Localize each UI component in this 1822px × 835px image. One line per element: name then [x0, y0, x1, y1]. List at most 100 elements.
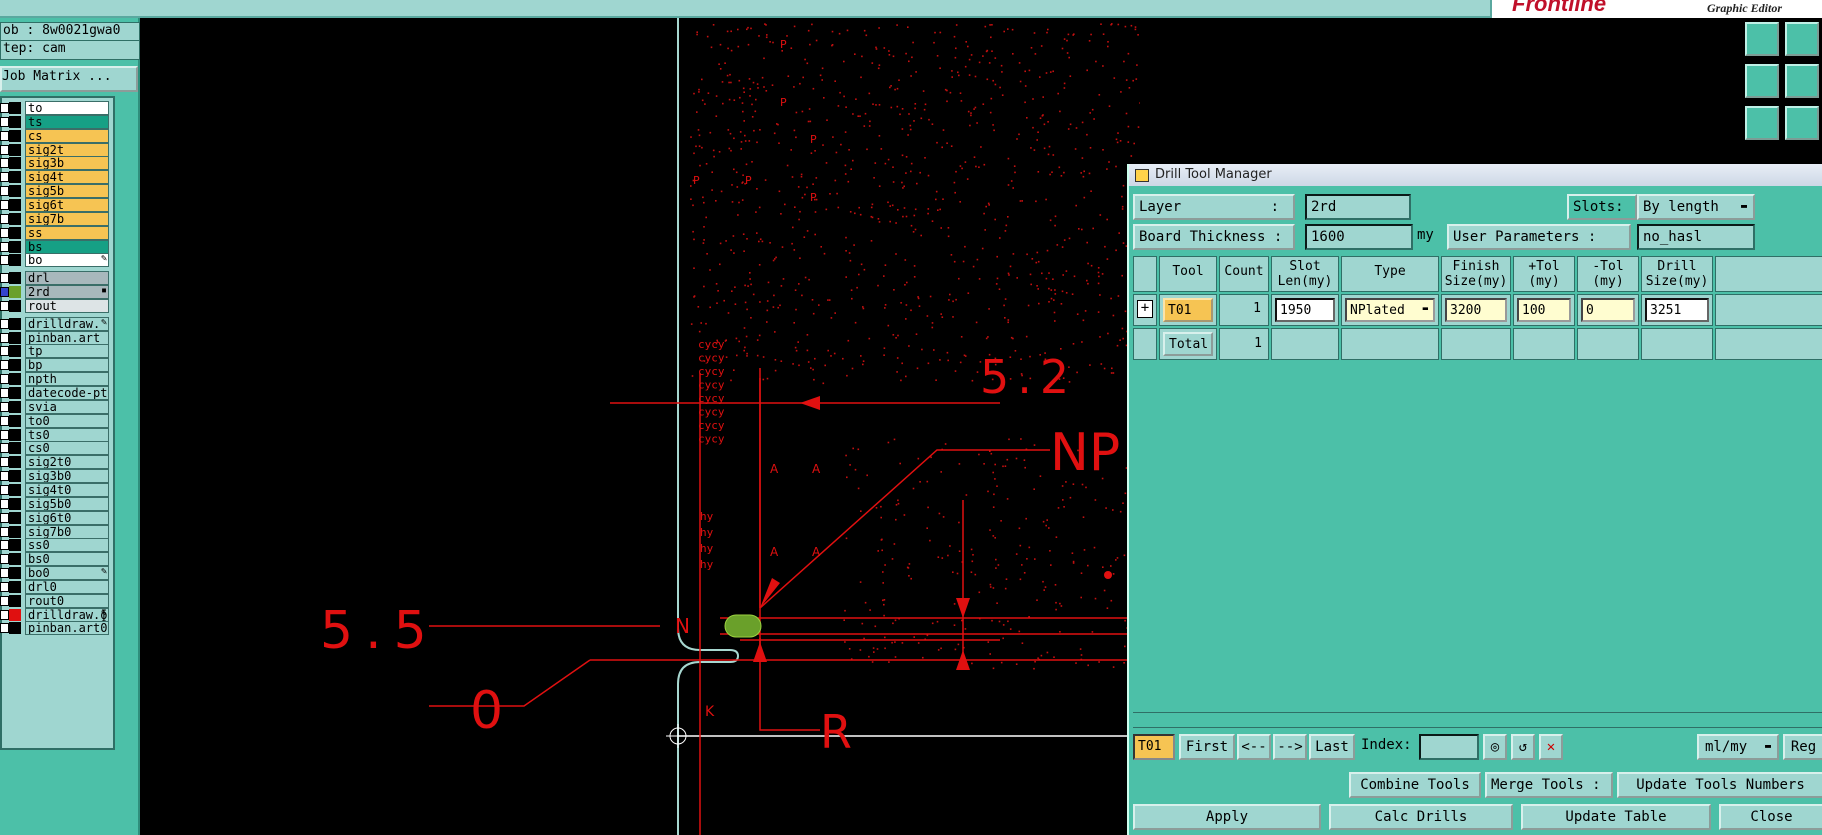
- current-tool-field[interactable]: T01: [1133, 734, 1175, 760]
- layer-row-bo[interactable]: bo ✎: [0, 252, 109, 268]
- layer-name[interactable]: pinban.art0: [25, 621, 109, 636]
- expand-row-button[interactable]: +: [1133, 294, 1157, 326]
- prev-button[interactable]: <--: [1237, 734, 1271, 760]
- apply-button[interactable]: Apply: [1133, 804, 1321, 830]
- layer-checkbox[interactable]: [0, 415, 9, 426]
- layer-checkbox[interactable]: [0, 116, 9, 127]
- first-button[interactable]: First: [1179, 734, 1235, 760]
- via-dot: [1120, 91, 1122, 93]
- job-matrix-button[interactable]: Job Matrix ...: [0, 66, 138, 92]
- layer-checkbox[interactable]: [0, 318, 9, 329]
- layer-field[interactable]: 2rd: [1305, 194, 1411, 220]
- slots-dropdown[interactable]: By length ▬: [1637, 194, 1755, 220]
- layer-checkbox[interactable]: [0, 498, 9, 509]
- cell-value-tol-plus[interactable]: 100: [1517, 298, 1571, 322]
- layer-checkbox[interactable]: [0, 595, 9, 606]
- via-dot: [756, 339, 759, 341]
- layer-checkbox[interactable]: [0, 623, 9, 634]
- units-dropdown[interactable]: ml/my ▬: [1697, 734, 1779, 760]
- layer-checkbox[interactable]: [0, 540, 9, 551]
- layer-checkbox[interactable]: [0, 374, 9, 385]
- board-thickness-field[interactable]: 1600: [1305, 224, 1413, 250]
- layer-checkbox[interactable]: [0, 609, 9, 620]
- layer-checkbox[interactable]: [0, 103, 9, 113]
- layer-checkbox[interactable]: [0, 581, 9, 592]
- layer-checkbox[interactable]: [0, 158, 9, 169]
- layer-checkbox[interactable]: [0, 512, 9, 523]
- layer-checkbox[interactable]: [0, 241, 9, 252]
- layer-checkbox[interactable]: [0, 471, 9, 482]
- layer-row-pinbanart0[interactable]: pinban.art0: [0, 620, 109, 636]
- via-dot: [815, 177, 818, 179]
- layer-checkbox[interactable]: [0, 443, 9, 454]
- zoom-back-icon[interactable]: [1745, 64, 1779, 98]
- layer-checkbox[interactable]: [0, 568, 9, 579]
- cell-value-finish[interactable]: 3200: [1445, 298, 1507, 322]
- via-dot: [913, 276, 916, 278]
- combine-tools-button[interactable]: Combine Tools: [1349, 772, 1481, 798]
- cell-value-slot-len[interactable]: 1950: [1275, 298, 1335, 322]
- via-dot: [1072, 343, 1075, 345]
- layer-checkbox[interactable]: [0, 172, 9, 183]
- layer-checkbox[interactable]: [0, 255, 9, 266]
- update-table-button[interactable]: Update Table: [1521, 804, 1711, 830]
- fit-screen-icon[interactable]: [1745, 106, 1779, 140]
- layer-checkbox[interactable]: [0, 144, 9, 155]
- last-button[interactable]: Last: [1309, 734, 1355, 760]
- layer-checkbox[interactable]: [0, 388, 9, 398]
- layer-row-rout[interactable]: rout: [0, 298, 109, 314]
- layer-checkbox[interactable]: [0, 429, 9, 440]
- via-dot: [916, 182, 918, 185]
- index-field[interactable]: [1419, 734, 1479, 760]
- layer-checkbox[interactable]: [0, 484, 9, 495]
- layer-checkbox[interactable]: [0, 526, 9, 537]
- layer-checkbox[interactable]: [0, 213, 9, 224]
- zoom-forward-icon[interactable]: [1785, 64, 1819, 98]
- via-dot: [752, 81, 755, 84]
- via-dot: [705, 216, 707, 219]
- layer-checkbox[interactable]: [0, 273, 9, 284]
- layer-checkbox[interactable]: [0, 199, 9, 210]
- update-tools-numbers-button[interactable]: Update Tools Numbers: [1617, 772, 1822, 798]
- pan-icon[interactable]: [1785, 106, 1819, 140]
- dialog-titlebar[interactable]: Drill Tool Manager: [1129, 164, 1822, 186]
- layer-name[interactable]: bo: [25, 253, 109, 268]
- pcb-canvas[interactable]: 5.2 NP 5.5 0 N R K A A A A P P P P P P c…: [140, 18, 1140, 835]
- via-dot: [975, 321, 978, 324]
- close-button[interactable]: Close: [1719, 804, 1822, 830]
- via-dot: [1059, 110, 1061, 113]
- via-dot: [692, 204, 694, 207]
- layer-checkbox[interactable]: [0, 287, 9, 298]
- layer-checkbox[interactable]: [0, 457, 9, 468]
- layer-checkbox[interactable]: [0, 300, 9, 311]
- via-dot: [959, 165, 962, 167]
- delete-icon[interactable]: ✕: [1539, 734, 1563, 760]
- reg-button[interactable]: Reg: [1783, 734, 1822, 760]
- via-dot: [856, 286, 858, 289]
- zoom-save-icon[interactable]: [1785, 22, 1819, 56]
- cell-value-tool[interactable]: T01: [1163, 298, 1213, 322]
- cell-value-tol-minus[interactable]: 0: [1581, 298, 1635, 322]
- selected-slot-pad[interactable]: [724, 614, 762, 638]
- layer-name[interactable]: rout: [25, 298, 109, 313]
- layer-checkbox[interactable]: [0, 332, 9, 343]
- cell-value-drill[interactable]: 3251: [1645, 298, 1709, 322]
- table-horizontal-scrollbar[interactable]: [1133, 712, 1822, 728]
- cell-value-type[interactable]: NPlated: [1345, 298, 1435, 322]
- layer-checkbox[interactable]: [0, 554, 9, 565]
- refresh-icon[interactable]: ↺: [1511, 734, 1535, 760]
- layer-checkbox[interactable]: [0, 227, 9, 238]
- calc-drills-button[interactable]: Calc Drills: [1329, 804, 1513, 830]
- find-icon[interactable]: ◎: [1483, 734, 1507, 760]
- via-dot: [883, 599, 886, 601]
- user-parameters-field[interactable]: no_hasl: [1637, 224, 1755, 250]
- layer-checkbox[interactable]: [0, 186, 9, 197]
- zoom-home-icon[interactable]: [1745, 22, 1779, 56]
- layer-checkbox[interactable]: [0, 346, 9, 357]
- via-dot: [926, 480, 929, 483]
- layer-checkbox[interactable]: [0, 360, 9, 371]
- layer-checkbox[interactable]: [0, 401, 9, 412]
- layer-checkbox[interactable]: [0, 130, 9, 141]
- via-dot: [968, 74, 971, 76]
- next-button[interactable]: -->: [1273, 734, 1307, 760]
